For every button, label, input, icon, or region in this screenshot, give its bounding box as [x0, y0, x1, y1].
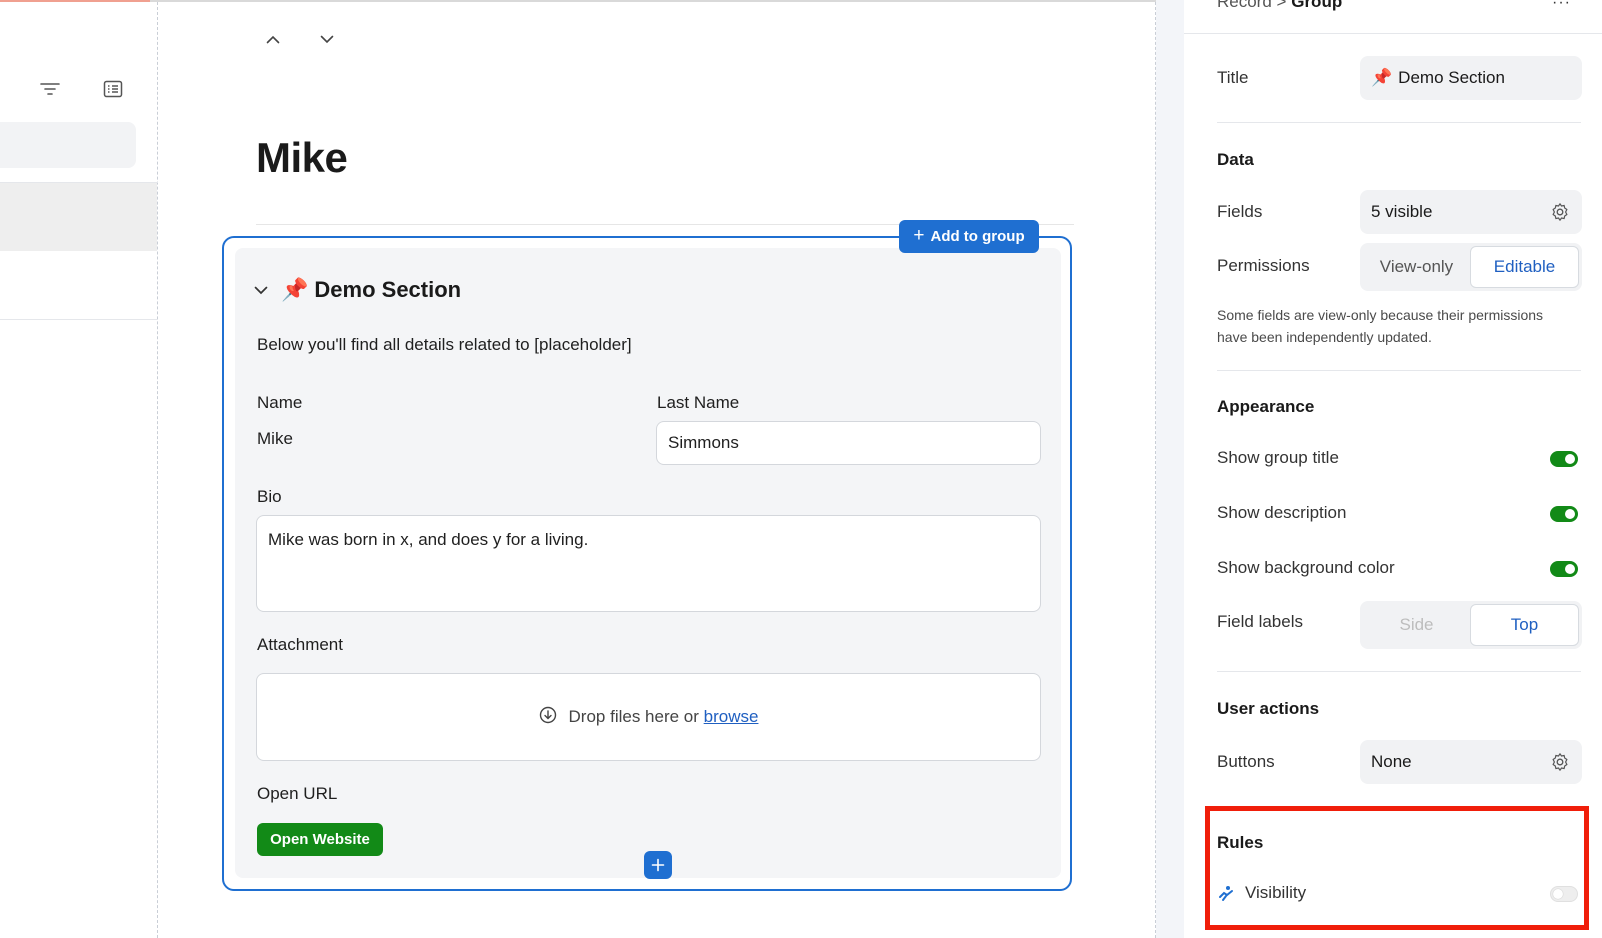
- bio-value: Mike was born in x, and does y for a liv…: [268, 530, 589, 549]
- title-value: Demo Section: [1398, 68, 1505, 87]
- visibility-toggle[interactable]: [1550, 886, 1578, 902]
- buttons-selector[interactable]: None: [1360, 740, 1582, 784]
- pin-icon: 📌: [1371, 68, 1393, 87]
- fields-selector[interactable]: 5 visible: [1360, 190, 1582, 234]
- drop-text: Drop files here or: [568, 707, 699, 726]
- list-view-icon[interactable]: [102, 78, 124, 100]
- permissions-editable-option[interactable]: Editable: [1470, 246, 1579, 288]
- gear-icon[interactable]: [1550, 752, 1570, 772]
- record-detail-canvas: Mike + Add to group 📌 Demo Section Below…: [159, 2, 1156, 938]
- field-labels-label: Field labels: [1217, 612, 1303, 631]
- last-name-label: Last Name: [657, 393, 740, 412]
- section-title-text: Demo Section: [314, 277, 462, 302]
- plus-icon: +: [913, 224, 925, 246]
- divider: [1184, 33, 1602, 34]
- section-title: 📌 Demo Section: [281, 277, 461, 303]
- add-to-group-button[interactable]: + Add to group: [899, 220, 1039, 253]
- section-header: 📌 Demo Section: [251, 277, 461, 303]
- open-website-button[interactable]: Open Website: [257, 823, 383, 856]
- visibility-rule-icon: [1219, 886, 1233, 901]
- section-description: Below you'll find all details related to…: [257, 335, 632, 354]
- buttons-label: Buttons: [1217, 752, 1275, 771]
- last-name-value: Simmons: [668, 433, 739, 452]
- breadcrumb-current: Group: [1291, 0, 1343, 11]
- attachment-label: Attachment: [257, 635, 343, 654]
- appearance-heading: Appearance: [1217, 397, 1315, 416]
- list-item-selected[interactable]: [0, 183, 157, 251]
- buttons-value: None: [1371, 752, 1412, 771]
- divider: [1217, 122, 1581, 123]
- permissions-segmented-control: View-only Editable: [1360, 243, 1582, 291]
- divider: [0, 319, 158, 320]
- rules-heading: Rules: [1217, 833, 1264, 852]
- show-background-color-label: Show background color: [1217, 558, 1395, 577]
- bio-label: Bio: [257, 487, 282, 506]
- title-input[interactable]: 📌 Demo Section: [1360, 56, 1582, 100]
- breadcrumb: Record > Group: [1217, 0, 1342, 12]
- last-name-field[interactable]: Simmons: [656, 421, 1041, 465]
- show-group-title-label: Show group title: [1217, 448, 1339, 467]
- divider: [1217, 370, 1581, 371]
- visibility-label: Visibility: [1245, 883, 1307, 902]
- properties-panel: Record > Group ··· Title 📌 Demo Section …: [1156, 0, 1602, 938]
- visibility-rule-row: Visibility: [1217, 883, 1306, 903]
- gear-icon[interactable]: [1550, 202, 1570, 222]
- chevron-up-icon[interactable]: [262, 28, 284, 50]
- records-list-panel: [0, 2, 158, 938]
- collapse-chevron-icon[interactable]: [251, 280, 271, 300]
- name-label: Name: [257, 393, 303, 412]
- rules-highlight-box: [1205, 806, 1589, 930]
- breadcrumb-parent[interactable]: Record: [1217, 0, 1272, 11]
- download-icon: [539, 706, 557, 729]
- fields-value: 5 visible: [1371, 202, 1433, 221]
- chevron-down-icon[interactable]: [316, 28, 338, 50]
- list-search-input[interactable]: [0, 122, 136, 168]
- fields-label: Fields: [1217, 202, 1263, 221]
- pin-icon: 📌: [281, 277, 309, 302]
- add-to-group-label: Add to group: [930, 228, 1025, 245]
- page-title: Mike: [256, 134, 348, 181]
- open-url-label: Open URL: [257, 784, 338, 803]
- add-field-button[interactable]: [644, 851, 672, 879]
- show-description-toggle[interactable]: [1550, 506, 1578, 522]
- plus-icon: [651, 858, 665, 872]
- field-labels-side-option[interactable]: Side: [1363, 604, 1470, 646]
- permissions-note: Some fields are view-only because their …: [1217, 307, 1544, 345]
- divider: [1217, 671, 1581, 672]
- panel-gutter: [1156, 0, 1184, 938]
- more-menu-icon[interactable]: ···: [1552, 0, 1571, 12]
- attachment-dropzone[interactable]: Drop files here or browse: [256, 673, 1041, 761]
- field-labels-segmented-control: Side Top: [1360, 601, 1582, 649]
- bio-field[interactable]: Mike was born in x, and does y for a liv…: [256, 515, 1041, 612]
- name-value: Mike: [257, 429, 293, 448]
- data-heading: Data: [1217, 150, 1254, 169]
- breadcrumb-separator: >: [1276, 0, 1287, 11]
- browse-link[interactable]: browse: [704, 707, 759, 726]
- permissions-label: Permissions: [1217, 256, 1310, 275]
- show-group-title-toggle[interactable]: [1550, 451, 1578, 467]
- permissions-view-only-option[interactable]: View-only: [1363, 246, 1470, 288]
- user-actions-heading: User actions: [1217, 699, 1320, 718]
- filter-icon[interactable]: [39, 78, 61, 100]
- show-background-color-toggle[interactable]: [1550, 561, 1578, 577]
- field-labels-top-option[interactable]: Top: [1470, 604, 1579, 646]
- title-label: Title: [1217, 68, 1249, 87]
- show-description-label: Show description: [1217, 503, 1347, 522]
